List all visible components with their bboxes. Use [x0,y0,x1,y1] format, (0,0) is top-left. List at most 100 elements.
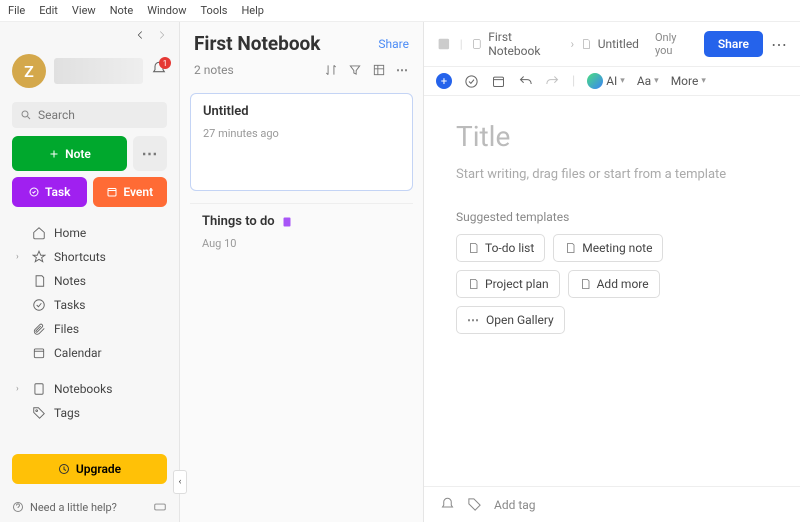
redo-icon[interactable] [545,74,560,89]
sidebar-item-label: Tags [54,406,80,420]
notifications-button[interactable]: 1 [151,61,167,81]
more-format-button[interactable]: More▾ [671,74,706,88]
menu-tools[interactable]: Tools [201,4,228,17]
dots-icon: ⋯ [467,313,480,327]
sidebar-item-tags[interactable]: Tags [6,401,173,425]
title-input[interactable]: Title [456,120,768,153]
sort-icon[interactable] [324,63,338,77]
note-card-title: Things to do [202,214,401,229]
ai-button[interactable]: AI▾ [587,73,625,89]
task-btn-label: Task [45,185,71,199]
note-card-title: Untitled [203,104,400,119]
sidebar: Z 1 Search Note ⋯ Task Even [0,22,180,522]
undo-icon[interactable] [518,74,533,89]
template-chip-project[interactable]: Project plan [456,270,560,298]
chip-label: Open Gallery [486,313,554,327]
check-icon [32,298,46,312]
task-toggle-icon[interactable] [464,74,479,89]
sidebar-item-tasks[interactable]: Tasks [6,293,173,317]
plus-note-icon [48,148,60,160]
doc-icon [579,278,591,290]
doc-icon [467,242,479,254]
notebook-icon [471,38,483,50]
upgrade-label: Upgrade [76,462,121,476]
notelist-more-button[interactable]: ⋯ [396,63,409,77]
insert-button[interactable]: + [436,73,452,89]
add-tag-icon[interactable] [467,497,482,512]
home-icon [32,226,46,240]
search-input[interactable]: Search [12,102,167,128]
note-card[interactable]: Things to do Aug 10 [190,203,413,260]
task-icon [28,186,40,198]
expand-icon[interactable] [436,36,452,52]
sidebar-item-label: Shortcuts [54,250,106,264]
note-count: 2 notes [194,63,234,77]
ai-icon [587,73,603,89]
note-badge-icon [281,216,293,228]
menu-file[interactable]: File [8,4,25,17]
clip-icon [32,322,46,336]
template-chip-gallery[interactable]: ⋯ Open Gallery [456,306,565,334]
crumb-note: Untitled [598,37,639,51]
back-icon[interactable] [133,28,147,42]
suggested-templates-label: Suggested templates [456,210,768,224]
notebook-share-link[interactable]: Share [378,37,409,51]
collapse-sidebar-button[interactable]: ‹ [173,470,187,494]
reminder-icon[interactable] [440,497,455,512]
new-task-button[interactable]: Task [12,177,87,207]
note-card[interactable]: Untitled 27 minutes ago [190,93,413,191]
sidebar-item-home[interactable]: Home [6,221,173,245]
sidebar-item-notes[interactable]: Notes [6,269,173,293]
sidebar-item-label: Notes [54,274,86,288]
editor-panel: | First Notebook › Untitled Only you Sha… [424,22,800,522]
app-menubar: File Edit View Note Window Tools Help [0,0,800,22]
upgrade-button[interactable]: Upgrade [12,454,167,484]
help-label: Need a little help? [30,501,117,514]
editor-more-button[interactable]: ⋯ [771,35,788,54]
more-label: More [671,74,699,88]
menu-edit[interactable]: Edit [39,4,58,17]
tag-icon [32,406,46,420]
profile-name[interactable] [54,58,143,84]
menu-note[interactable]: Note [110,4,134,17]
new-more-button[interactable]: ⋯ [133,136,167,171]
share-button[interactable]: Share [704,31,763,57]
notebook-title: First Notebook [194,32,320,55]
new-event-button[interactable]: Event [93,177,168,207]
sidebar-item-label: Notebooks [54,382,112,396]
search-placeholder: Search [38,108,75,122]
crumb-notebook: First Notebook [488,30,564,58]
template-chip-todo[interactable]: To-do list [456,234,545,262]
body-input[interactable]: Start writing, drag files or start from … [456,167,768,182]
font-label: Aa [637,74,651,88]
sidebar-item-shortcuts[interactable]: ›Shortcuts [6,245,173,269]
sidebar-item-label: Calendar [54,346,102,360]
avatar[interactable]: Z [12,54,46,88]
chip-label: Project plan [485,277,549,291]
forward-icon[interactable] [155,28,169,42]
doc-icon [467,278,479,290]
note-btn-label: Note [65,147,91,161]
template-chip-meeting[interactable]: Meeting note [553,234,663,262]
filter-icon[interactable] [348,63,362,77]
sidebar-item-notebooks[interactable]: ›Notebooks [6,377,173,401]
breadcrumb[interactable]: First Notebook › Untitled [471,30,639,58]
sidebar-item-files[interactable]: Files [6,317,173,341]
chip-label: Add more [597,277,649,291]
note-card-date: Aug 10 [202,237,401,250]
menu-help[interactable]: Help [241,4,264,17]
sidebar-item-calendar[interactable]: Calendar [6,341,173,365]
visibility-label[interactable]: Only you [655,31,696,57]
keyboard-icon[interactable] [153,500,167,514]
view-icon[interactable] [372,63,386,77]
new-note-button[interactable]: Note [12,136,127,171]
calendar-insert-icon[interactable] [491,74,506,89]
template-chip-addmore[interactable]: Add more [568,270,660,298]
menu-window[interactable]: Window [147,4,186,17]
add-tag-input[interactable]: Add tag [494,498,536,512]
help-link[interactable]: Need a little help? [12,501,117,514]
note-icon [580,38,592,50]
menu-view[interactable]: View [72,4,96,17]
font-button[interactable]: Aa▾ [637,74,659,88]
chip-label: To-do list [485,241,534,255]
